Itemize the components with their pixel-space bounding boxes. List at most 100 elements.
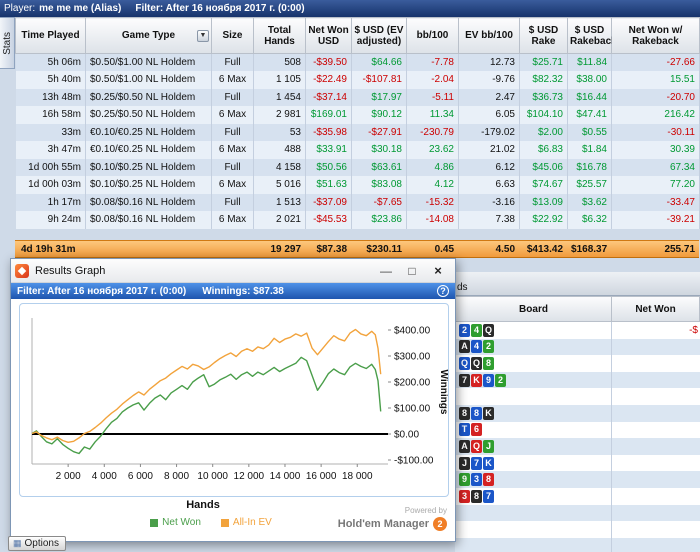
tab-stats[interactable]: Stats (0, 17, 15, 69)
results-graph-filterbar: Filter: After 16 ноября 2017 г. (0:00) W… (11, 283, 455, 299)
cell-game: $0.25/$0.50 NL Holdem (85, 88, 212, 106)
all-in-ev-swatch (220, 518, 229, 527)
column-header[interactable]: Size (211, 17, 254, 54)
cell-bb100: -2.04 (406, 71, 459, 89)
column-header[interactable]: Game Type ▼ (85, 17, 212, 54)
board-row[interactable]: 938 (455, 471, 700, 488)
svg-text:12 000: 12 000 (234, 471, 265, 482)
column-header[interactable]: Total Hands (253, 17, 306, 54)
cell-ev_bb100: 6.12 (458, 158, 520, 176)
cell-bb100: -14.08 (406, 211, 459, 229)
svg-text:-$100.00: -$100.00 (394, 456, 434, 467)
cell-time: 33m (15, 123, 86, 141)
card-3d-icon: 3 (471, 473, 482, 487)
table-row[interactable]: 1d 00h 55m $0.10/$0.25 NL Holdem Full 4 158… (15, 158, 700, 176)
board-row[interactable] (455, 537, 700, 552)
x-axis-title: Hands (186, 499, 220, 511)
cell-hands: 4 158 (253, 158, 306, 176)
cell-ev_bb100: -9.76 (458, 71, 520, 89)
card-2d-icon: 2 (459, 323, 470, 337)
cell-rakeback: $0.55 (567, 123, 612, 141)
tab-stats-label: Stats (1, 31, 13, 55)
legend-net-won: Net Won (150, 517, 201, 528)
cell-size: Full (211, 193, 254, 211)
column-header[interactable]: $ USD Rakeback (567, 17, 617, 54)
cell-time: 1d 00h 55m (15, 158, 86, 176)
board-row[interactable]: QQ8 (455, 355, 700, 372)
table-row[interactable]: 3h 47m €0.10/€0.25 NL Holdem 6 Max 488 $33.9… (15, 141, 700, 159)
cell-size: 6 Max (211, 141, 254, 159)
bottom-panel-tab-fragment: ds (457, 282, 468, 293)
cell-rake: $104.10 (519, 106, 568, 124)
options-button[interactable]: ▦ Options (8, 536, 66, 551)
board-row[interactable]: 88K (455, 404, 700, 422)
cell-ev_adj: $17.97 (351, 88, 407, 106)
totals-ev-adjusted: $230.11 (366, 243, 403, 255)
board-row[interactable]: AQJ (455, 438, 700, 455)
card-Jc-icon: J (483, 439, 494, 453)
cell-size: 6 Max (211, 176, 254, 194)
cell-game: €0.10/€0.25 NL Holdem (85, 141, 212, 159)
column-header[interactable]: $ USD (EV adjusted) (351, 17, 407, 54)
board-row[interactable] (455, 388, 700, 405)
cell-net_won: $51.63 (305, 176, 352, 194)
board-row[interactable] (455, 504, 700, 522)
game-type-filter-dropdown-icon[interactable]: ▼ (197, 29, 209, 42)
table-row[interactable]: 1d 00h 03m $0.10/$0.25 NL Holdem 6 Max 5 01… (15, 176, 700, 194)
column-header[interactable]: Net Won w/ Rakeback (611, 17, 700, 54)
cell-rakeback: $47.41 (567, 106, 612, 124)
minimize-button[interactable]: — (373, 264, 399, 278)
stats-table-header-row: Time Played Game Type ▼ Size Total Hands Net … (15, 17, 700, 54)
board-row[interactable]: 7K92 (455, 371, 700, 389)
board-row[interactable]: T6 (455, 421, 700, 439)
board-row[interactable]: A42 (455, 338, 700, 356)
totals-time: 4d 19h 31m (21, 243, 76, 255)
close-button[interactable]: × (425, 263, 451, 278)
cell-net_rb: 15.51 (611, 71, 700, 89)
cell-rake: $25.71 (519, 53, 568, 71)
cell-net_rb: -39.21 (611, 211, 700, 229)
table-row[interactable]: 5h 40m $0.50/$1.00 NL Holdem 6 Max 1 105 -$2… (15, 71, 700, 89)
help-icon[interactable]: ? (437, 285, 449, 297)
cell-rake: $36.73 (519, 88, 568, 106)
column-header[interactable]: Net Won USD (305, 17, 352, 54)
cell-net_rb: 30.39 (611, 141, 700, 159)
board-row[interactable]: J7K (455, 454, 700, 472)
board-row[interactable]: 387 (455, 487, 700, 505)
column-header[interactable]: $ USD Rake (519, 17, 568, 54)
cell-bb100: 4.86 (406, 158, 459, 176)
bottom-panel-tabs[interactable]: ds (450, 272, 700, 296)
table-row[interactable]: 16h 58m $0.25/$0.50 NL Holdem 6 Max 2 981 $1… (15, 106, 700, 124)
table-row[interactable]: 13h 48m $0.25/$0.50 NL Holdem Full 1 454 -$3… (15, 88, 700, 106)
column-header[interactable]: EV bb/100 (458, 17, 520, 54)
hm2-badge-icon: 2 (433, 517, 447, 531)
cell-rakeback: $1.84 (567, 141, 612, 159)
board-row[interactable] (455, 521, 700, 538)
cell-rakeback: $3.62 (567, 193, 612, 211)
cell-ev_adj: $30.18 (351, 141, 407, 159)
cell-ev_adj: -$27.91 (351, 123, 407, 141)
legend-all-in-ev: All-In EV (220, 517, 272, 528)
table-row[interactable]: 1h 17m $0.08/$0.16 NL Holdem Full 1 513 -$37… (15, 193, 700, 211)
column-header-board[interactable]: Board (455, 296, 612, 322)
column-header[interactable]: bb/100 (406, 17, 459, 54)
board-rows: 2 4 Q -$ A 4 2 Q Q 8 7 K 9 2 8 8 K T 6 A Q J J 7 K 9 3 8 3 8 7 (455, 322, 700, 552)
table-row[interactable]: 5h 06m $0.50/$1.00 NL Holdem Full 508 -$39.5… (15, 53, 700, 71)
results-graph-titlebar[interactable]: Results Graph — □ × (11, 259, 455, 283)
cell-net_rb: -20.70 (611, 88, 700, 106)
cell-net_won: -$37.09 (305, 193, 352, 211)
column-header-net-won[interactable]: Net Won (612, 296, 700, 322)
cell-bb100: -230.79 (406, 123, 459, 141)
player-label: Player: (4, 3, 36, 14)
cell-bb100: 11.34 (406, 106, 459, 124)
brand-name: Hold'em Manager (337, 518, 429, 530)
table-row[interactable]: 9h 24m $0.08/$0.16 NL Holdem 6 Max 2 021 -$4… (15, 211, 700, 229)
table-row[interactable]: 33m €0.10/€0.25 NL Holdem Full 53 -$35.98 -$2… (15, 123, 700, 141)
cell-game: $0.08/$0.16 NL Holdem (85, 211, 212, 229)
maximize-button[interactable]: □ (399, 264, 425, 278)
column-header[interactable]: Time Played (15, 17, 86, 54)
board-row[interactable]: 2 4 Q -$ (455, 322, 700, 339)
cell-net_won: -$37.14 (305, 88, 352, 106)
cell-net_won: -$22.49 (305, 71, 352, 89)
cell-game: $0.08/$0.16 NL Holdem (85, 193, 212, 211)
